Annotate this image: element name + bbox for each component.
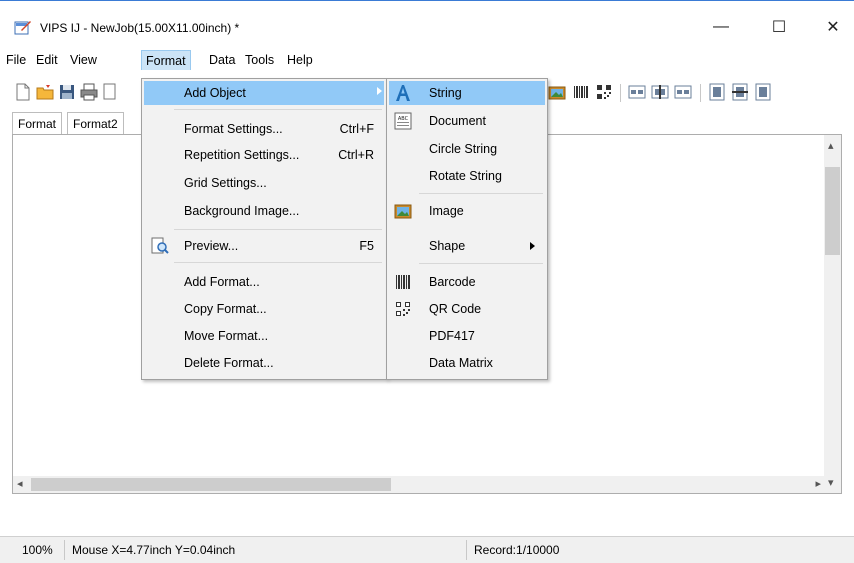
tab-format[interactable]: Format — [12, 112, 63, 134]
print-icon[interactable] — [80, 83, 98, 101]
status-divider — [64, 540, 65, 560]
submenu-item-image[interactable]: Image — [389, 199, 545, 223]
document-abc-icon: ABC — [394, 112, 412, 130]
submenu-item-string[interactable]: String — [389, 81, 545, 105]
menu-item-add-format[interactable]: Add Format... — [144, 270, 384, 294]
submenu-item-barcode[interactable]: Barcode — [389, 270, 545, 294]
image-tool-icon[interactable] — [548, 83, 566, 101]
horizontal-scroll-thumb[interactable] — [31, 478, 391, 491]
svg-text:ABC: ABC — [398, 116, 409, 122]
preview-magnifier-icon — [151, 237, 169, 254]
submenu-item-qr-code[interactable]: QR Code — [389, 297, 545, 321]
vertical-scroll-thumb[interactable] — [825, 167, 840, 255]
align-top-icon[interactable] — [708, 83, 726, 101]
scroll-down-icon[interactable]: ▾ — [828, 476, 834, 489]
menu-data[interactable]: Data — [205, 50, 239, 70]
format-menu: Add Object Format Settings... Ctrl+F Rep… — [141, 78, 387, 380]
align-middle-icon[interactable] — [731, 83, 749, 101]
menu-item-repetition-settings[interactable]: Repetition Settings... Ctrl+R — [144, 143, 384, 167]
window-title: VIPS IJ - NewJob(15.00X11.00inch) * — [40, 21, 240, 35]
menu-format[interactable]: Format — [141, 50, 191, 70]
menu-item-grid-settings[interactable]: Grid Settings... — [144, 171, 384, 195]
title-bar: VIPS IJ - NewJob(15.00X11.00inch) * — ☐ … — [0, 0, 854, 48]
vertical-scrollbar[interactable]: ▴ ▾ — [824, 135, 841, 493]
record-counter: Record:1/10000 — [474, 543, 560, 557]
scroll-right-icon[interactable]: ▸ — [815, 477, 821, 490]
status-bar: 100% Mouse X=4.77inch Y=0.04inch Record:… — [0, 536, 854, 563]
menu-separator — [174, 229, 382, 230]
preview-icon[interactable] — [102, 83, 120, 101]
menu-edit[interactable]: Edit — [32, 50, 62, 70]
minimize-button[interactable]: — — [706, 15, 736, 39]
scroll-left-icon[interactable]: ◂ — [17, 477, 23, 490]
open-folder-icon[interactable] — [36, 83, 54, 101]
zoom-level: 100% — [22, 543, 53, 557]
align-left-icon[interactable] — [628, 83, 646, 101]
app-icon — [14, 21, 31, 35]
menu-item-copy-format[interactable]: Copy Format... — [144, 297, 384, 321]
toolbar-separator — [700, 84, 701, 102]
menu-separator — [419, 263, 543, 264]
submenu-item-shape[interactable]: Shape — [389, 234, 545, 258]
menu-item-delete-format[interactable]: Delete Format... — [144, 351, 384, 375]
save-icon[interactable] — [58, 83, 76, 101]
toolbar-separator — [620, 84, 621, 102]
status-divider — [466, 540, 467, 560]
menu-item-format-settings[interactable]: Format Settings... Ctrl+F — [144, 117, 384, 141]
image-icon — [394, 204, 412, 219]
barcode-tool-icon[interactable] — [572, 83, 590, 101]
submenu-item-circle-string[interactable]: Circle String — [389, 137, 545, 161]
menu-file[interactable]: File — [2, 50, 30, 70]
menu-separator — [174, 109, 382, 110]
submenu-item-pdf417[interactable]: PDF417 — [389, 324, 545, 348]
menu-item-add-object[interactable]: Add Object — [144, 81, 384, 105]
string-a-icon — [396, 85, 410, 101]
scroll-up-icon[interactable]: ▴ — [828, 139, 834, 152]
menu-item-preview[interactable]: Preview... F5 — [144, 234, 384, 258]
menu-separator — [419, 193, 543, 194]
horizontal-scrollbar[interactable]: ◂ ▸ — [13, 476, 825, 493]
mouse-position: Mouse X=4.77inch Y=0.04inch — [72, 543, 236, 557]
barcode-icon — [396, 275, 410, 289]
menu-separator — [174, 262, 382, 263]
submenu-item-data-matrix[interactable]: Data Matrix — [389, 351, 545, 375]
menu-bar: File Edit View Format Data Tools Help — [0, 48, 854, 70]
close-button[interactable]: ✕ — [818, 15, 848, 39]
submenu-arrow-icon — [530, 242, 535, 250]
new-file-icon[interactable] — [14, 83, 32, 101]
maximize-button[interactable]: ☐ — [764, 15, 794, 39]
add-object-submenu: String ABC Document Circle String Rotate… — [386, 78, 548, 380]
menu-item-background-image[interactable]: Background Image... — [144, 199, 384, 223]
menu-tools[interactable]: Tools — [241, 50, 278, 70]
submenu-item-document[interactable]: ABC Document — [389, 109, 545, 133]
qr-code-icon — [396, 302, 410, 316]
align-center-icon[interactable] — [651, 83, 669, 101]
menu-item-move-format[interactable]: Move Format... — [144, 324, 384, 348]
tab-format2[interactable]: Format2 — [67, 112, 124, 134]
submenu-item-rotate-string[interactable]: Rotate String — [389, 164, 545, 188]
menu-view[interactable]: View — [66, 50, 101, 70]
submenu-arrow-icon — [377, 87, 382, 95]
align-bottom-icon[interactable] — [754, 83, 772, 101]
menu-help[interactable]: Help — [283, 50, 317, 70]
qr-tool-icon[interactable] — [595, 83, 613, 101]
align-right-icon[interactable] — [674, 83, 692, 101]
